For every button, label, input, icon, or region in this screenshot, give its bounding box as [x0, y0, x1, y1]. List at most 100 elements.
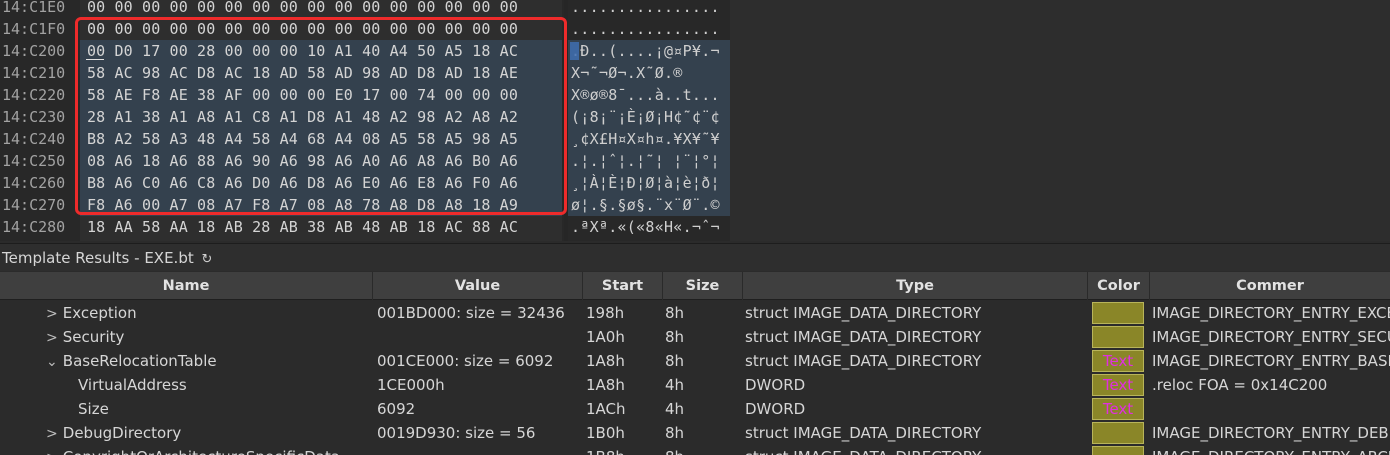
cell-start: 198h: [586, 304, 625, 322]
cell-type: DWORD: [745, 376, 806, 394]
cell-size: 8h: [665, 304, 685, 322]
hex-ascii[interactable]: ¸¢X£H¤X¤h¤.¥X¥˜¥: [571, 128, 720, 150]
hex-ascii[interactable]: ø¦.§.§ø§.¨x¨Ø¨.©: [571, 194, 720, 216]
chevron-right-icon[interactable]: >: [46, 302, 58, 325]
color-swatch[interactable]: [1092, 422, 1144, 444]
template-table-body: > Exception 001BD000: size = 32436 198h 8h s…: [0, 301, 1390, 455]
hex-row[interactable]: 14:C1F0 00 00 00 00 00 00 00 00 00 00 00 …: [0, 18, 1390, 40]
hex-bytes[interactable]: 58 AC 98 AC D8 AC 18 AD 58 AD 98 AD D8 A…: [87, 62, 518, 84]
hex-bytes[interactable]: 58 AE F8 AE 38 AF 00 00 00 E0 17 00 74 0…: [87, 84, 518, 106]
hex-ascii[interactable]: ................: [571, 0, 720, 18]
chevron-right-icon[interactable]: >: [46, 446, 58, 455]
color-swatch[interactable]: [1092, 446, 1144, 455]
color-swatch[interactable]: Text: [1092, 350, 1144, 372]
hex-row[interactable]: 14:C1E0 00 00 00 00 00 00 00 00 00 00 00 …: [0, 0, 1390, 18]
hex-bytes[interactable]: 08 A6 18 A6 88 A6 90 A6 98 A6 A0 A6 A8 A…: [87, 150, 518, 172]
hex-address: 14:C1F0: [2, 20, 66, 38]
hex-cursor-underline: [86, 59, 104, 60]
cell-color: Text: [1092, 349, 1144, 373]
hex-row[interactable]: 14:C200 00 D0 17 00 28 00 00 00 10 A1 40 …: [0, 40, 1390, 62]
hex-ascii[interactable]: .Ð..(....¡@¤P¥.¬: [571, 40, 720, 62]
cell-start: 1B0h: [586, 424, 625, 442]
field-name: Size: [78, 400, 109, 418]
hex-ascii[interactable]: ¸¦À¦È¦Ð¦Ø¦à¦è¦ð¦: [571, 172, 720, 194]
column-header-name[interactable]: Name: [0, 272, 373, 300]
hex-ascii[interactable]: (¡8¡¨¡È¡Ø¡H¢˜¢¨¢: [571, 106, 720, 128]
color-swatch[interactable]: Text: [1092, 398, 1144, 420]
color-swatch[interactable]: [1092, 326, 1144, 348]
hex-bytes[interactable]: 18 AA 58 AA 18 AB 28 AB 38 AB 48 AB 18 A…: [87, 216, 518, 238]
cell-value: 001BD000: size = 32436: [377, 304, 565, 322]
cell-color: [1092, 325, 1144, 349]
field-name: Security: [62, 328, 125, 346]
hex-bytes[interactable]: 00 00 00 00 00 00 00 00 00 00 00 00 00 0…: [87, 18, 518, 40]
cell-start: 1A8h: [586, 352, 625, 370]
hex-address: 14:C280: [2, 218, 66, 236]
hex-ascii[interactable]: .¦.¦ˆ¦.¦˜¦ ¦¨¦°¦: [571, 150, 720, 172]
cell-size: 8h: [665, 328, 685, 346]
hex-ascii[interactable]: X®ø®8¯...à..t...: [571, 84, 720, 106]
field-name: Exception: [62, 304, 137, 322]
chevron-right-icon[interactable]: >: [46, 422, 58, 445]
table-row[interactable]: ⌄ BaseRelocationTable 001CE000: size = 60…: [0, 349, 1390, 373]
hex-row[interactable]: 14:C210 58 AC 98 AC D8 AC 18 AD 58 AD 98 …: [0, 62, 1390, 84]
refresh-icon[interactable]: ↻: [202, 252, 213, 267]
hex-bytes[interactable]: 28 A1 38 A1 A8 A1 C8 A1 D8 A1 48 A2 98 A…: [87, 106, 518, 128]
field-name: CopyrightOrArchitectureSpecificData: [63, 448, 340, 455]
color-swatch[interactable]: [1092, 302, 1144, 324]
hex-row[interactable]: 14:C290 B8 AC 28 AD 18 AE 28 AE 38 AE 48 …: [0, 238, 1390, 241]
cell-name: > CopyrightOrArchitectureSpecificData: [0, 445, 373, 455]
table-row[interactable]: > Security 1A0h 8h struct IMAGE_DATA_DIRECT…: [0, 325, 1390, 349]
hex-row[interactable]: 14:C220 58 AE F8 AE 38 AF 00 00 00 E0 17 …: [0, 84, 1390, 106]
hex-address: 14:C240: [2, 130, 66, 148]
hex-address: 14:C290: [2, 238, 78, 241]
field-name: BaseRelocationTable: [62, 352, 217, 370]
hex-row[interactable]: 14:C260 B8 A6 C0 A6 C8 A6 D0 A6 D8 A6 E0 …: [0, 172, 1390, 194]
hex-ascii[interactable]: X¬˜¬Ø¬.­X­˜­Ø­.®: [571, 62, 683, 84]
hex-bytes[interactable]: B8 A6 C0 A6 C8 A6 D0 A6 D8 A6 E0 A6 E8 A…: [87, 172, 518, 194]
hex-ascii[interactable]: .ªXª.«(«8«H«.¬ˆ¬: [571, 216, 720, 238]
cell-comment: [1152, 397, 1390, 421]
cell-value: 1CE000h: [377, 376, 445, 394]
cell-type: struct IMAGE_DATA_DIRECTORY: [745, 328, 982, 346]
hex-row[interactable]: 14:C240 B8 A2 58 A3 48 A4 58 A4 68 A4 08 …: [0, 128, 1390, 150]
cell-color: [1092, 445, 1144, 455]
table-row[interactable]: > DebugDirectory 0019D930: size = 56 1B0h 8…: [0, 421, 1390, 445]
column-header-start[interactable]: Start: [583, 272, 663, 300]
table-row[interactable]: Size 6092 1ACh 4h DWORD Text: [0, 397, 1390, 421]
cell-start: 1A0h: [586, 328, 625, 346]
hex-bytes[interactable]: 00 D0 17 00 28 00 00 00 10 A1 40 A4 50 A…: [87, 40, 518, 62]
ascii-cursor: [570, 42, 579, 60]
hex-ascii[interactable]: ................: [571, 18, 720, 40]
table-row[interactable]: VirtualAddress 1CE000h 1A8h 4h DWORD Text .rel…: [0, 373, 1390, 397]
hex-row[interactable]: 14:C250 08 A6 18 A6 88 A6 90 A6 98 A6 A0 …: [0, 150, 1390, 172]
hex-editor[interactable]: 14:C1E0 00 00 00 00 00 00 00 00 00 00 00 …: [0, 0, 1390, 241]
column-header-type[interactable]: Type: [743, 272, 1088, 300]
chevron-right-icon[interactable]: >: [46, 326, 58, 349]
column-header-color[interactable]: Color: [1088, 272, 1150, 300]
cell-size: 4h: [665, 400, 685, 418]
column-header-size[interactable]: Size: [663, 272, 743, 300]
cell-size: 8h: [665, 445, 741, 455]
hex-ascii[interactable]: ¸¬(­.®(®8®H®.à..: [571, 238, 711, 241]
chevron-down-icon[interactable]: ⌄: [46, 350, 58, 373]
color-swatch[interactable]: Text: [1092, 374, 1144, 396]
hex-bytes[interactable]: B8 AC 28 AD 18 AE 28 AE 38 AE 48 AE 00 E…: [87, 238, 518, 241]
table-row[interactable]: > Exception 001BD000: size = 32436 198h 8h s…: [0, 301, 1390, 325]
cell-type: DWORD: [745, 400, 806, 418]
cell-name: > DebugDirectory: [0, 421, 373, 445]
cell-size: 8h: [665, 352, 685, 370]
hex-row[interactable]: 14:C230 28 A1 38 A1 A8 A1 C8 A1 D8 A1 48 …: [0, 106, 1390, 128]
hex-bytes[interactable]: 00 00 00 00 00 00 00 00 00 00 00 00 00 0…: [87, 0, 518, 18]
hex-bytes[interactable]: F8 A6 00 A7 08 A7 F8 A7 08 A8 78 A8 D8 A…: [87, 194, 518, 216]
table-row[interactable]: > CopyrightOrArchitectureSpecificData 1B8…: [0, 445, 1390, 455]
column-header-comment[interactable]: Commer: [1150, 272, 1390, 300]
hex-row[interactable]: 14:C280 18 AA 58 AA 18 AB 28 AB 38 AB 48 …: [0, 216, 1390, 238]
hex-bytes[interactable]: B8 A2 58 A3 48 A4 58 A4 68 A4 08 A5 58 A…: [87, 128, 518, 150]
cell-color: [1092, 301, 1144, 325]
hex-row[interactable]: 14:C270 F8 A6 00 A7 08 A7 F8 A7 08 A8 78 …: [0, 194, 1390, 216]
template-results-title: Template Results - EXE.bt: [2, 249, 194, 267]
cell-name: VirtualAddress: [0, 373, 373, 397]
cell-comment: IMAGE_DIRECTORY_ENTRY_ARCH: [1152, 445, 1390, 455]
column-header-value[interactable]: Value: [373, 272, 583, 300]
